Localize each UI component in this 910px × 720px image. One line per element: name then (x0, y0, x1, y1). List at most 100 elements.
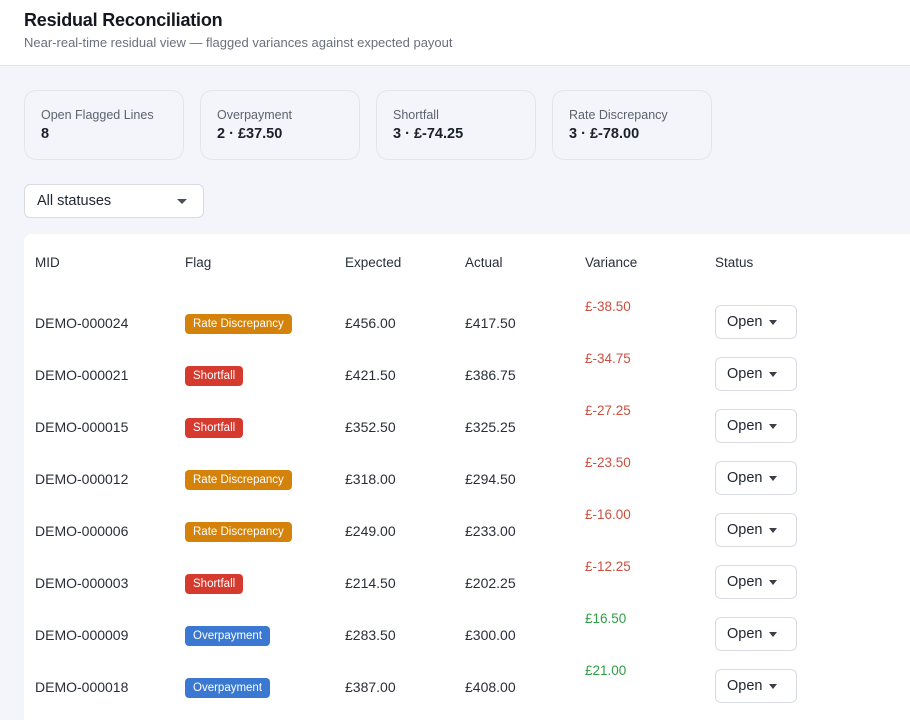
status-dropdown[interactable]: Open (715, 513, 797, 547)
status-value: Open (727, 314, 763, 330)
status-value: Open (727, 522, 763, 538)
status-cell: Open (715, 669, 797, 703)
actual-cell: £202.25 (465, 575, 516, 591)
mid-cell: DEMO-000006 (35, 523, 129, 539)
flag-badge: Overpayment (185, 626, 271, 646)
status-value: Open (727, 626, 763, 642)
expected-cell: £214.50 (345, 575, 396, 591)
status-dropdown[interactable]: Open (715, 461, 797, 495)
flag-cell: Rate Discrepancy (185, 522, 292, 542)
column-header-flag[interactable]: Flag (185, 255, 211, 270)
column-header-expected[interactable]: Expected (345, 255, 401, 270)
actual-cell: £233.00 (465, 523, 516, 539)
variance-cell: £-38.50 (585, 299, 631, 314)
flag-cell: Overpayment (185, 626, 271, 646)
stat-label: Rate Discrepancy (569, 108, 668, 122)
table-row: DEMO-000006 Rate Discrepancy £249.00 £23… (24, 500, 910, 552)
status-value: Open (727, 470, 763, 486)
stat-value: 8 (41, 126, 50, 142)
stat-value: 3 · £-74.25 (393, 126, 464, 142)
mid-cell: DEMO-000012 (35, 471, 129, 487)
stat-value: 2 · £37.50 (217, 126, 283, 142)
stat-label: Overpayment (217, 108, 293, 122)
variance-cell: £-27.25 (585, 403, 631, 418)
expected-cell: £249.00 (345, 523, 396, 539)
flag-cell: Shortfall (185, 366, 244, 386)
table-row: DEMO-000009 Overpayment £283.50 £300.00 … (24, 604, 910, 656)
reconciliation-table: MID Flag Expected Actual Variance Status… (24, 234, 910, 720)
flag-cell: Overpayment (185, 678, 271, 698)
expected-cell: £421.50 (345, 367, 396, 383)
mid-cell: DEMO-000009 (35, 627, 129, 643)
status-dropdown[interactable]: Open (715, 565, 797, 599)
chevron-down-icon (769, 527, 778, 533)
status-filter-select[interactable]: All statuses (24, 184, 204, 218)
stat-value: 3 · £-78.00 (569, 126, 640, 142)
table-row: DEMO-000018 Overpayment £387.00 £408.00 … (24, 656, 910, 708)
page-header: Residual Reconciliation Near-real-time r… (0, 0, 910, 66)
column-header-variance[interactable]: Variance (585, 255, 637, 270)
expected-cell: £283.50 (345, 627, 396, 643)
variance-cell: £16.50 (585, 611, 627, 626)
actual-cell: £325.25 (465, 419, 516, 435)
status-filter-value: All statuses (37, 193, 112, 209)
mid-cell: DEMO-000018 (35, 679, 129, 695)
mid-cell: DEMO-000021 (35, 367, 129, 383)
stat-label: Shortfall (393, 108, 439, 122)
table-row: DEMO-000021 Shortfall £421.50 £386.75 £-… (24, 344, 910, 396)
status-dropdown[interactable]: Open (715, 305, 797, 339)
expected-cell: £352.50 (345, 419, 396, 435)
table-row: DEMO-000003 Shortfall £214.50 £202.25 £-… (24, 552, 910, 604)
status-cell: Open (715, 565, 797, 599)
actual-cell: £294.50 (465, 471, 516, 487)
actual-cell: £408.00 (465, 679, 516, 695)
stat-label: Open Flagged Lines (41, 108, 154, 122)
column-header-actual[interactable]: Actual (465, 255, 503, 270)
variance-cell: £-16.00 (585, 507, 631, 522)
chevron-down-icon (769, 319, 778, 325)
variance-cell: £-23.50 (585, 455, 631, 470)
status-cell: Open (715, 409, 797, 443)
flag-badge: Rate Discrepancy (185, 522, 292, 542)
flag-badge: Shortfall (185, 574, 244, 594)
status-dropdown[interactable]: Open (715, 617, 797, 651)
column-header-mid[interactable]: MID (35, 255, 60, 270)
status-value: Open (727, 366, 763, 382)
variance-cell: £21.00 (585, 663, 627, 678)
variance-cell: £-12.25 (585, 559, 631, 574)
flag-cell: Rate Discrepancy (185, 314, 292, 334)
expected-cell: £387.00 (345, 679, 396, 695)
status-cell: Open (715, 305, 797, 339)
actual-cell: £417.50 (465, 315, 516, 331)
status-value: Open (727, 418, 763, 434)
stat-card-rate-discrepancy: Rate Discrepancy 3 · £-78.00 (552, 90, 712, 160)
status-cell: Open (715, 357, 797, 391)
status-dropdown[interactable]: Open (715, 409, 797, 443)
stat-card-open-flagged: Open Flagged Lines 8 (24, 90, 184, 160)
stat-card-shortfall: Shortfall 3 · £-74.25 (376, 90, 536, 160)
mid-cell: DEMO-000024 (35, 315, 129, 331)
chevron-down-icon (177, 198, 187, 204)
column-header-status[interactable]: Status (715, 255, 753, 270)
mid-cell: DEMO-000003 (35, 575, 129, 591)
flag-badge: Rate Discrepancy (185, 470, 292, 490)
flag-badge: Rate Discrepancy (185, 314, 292, 334)
chevron-down-icon (769, 475, 778, 481)
table-row: DEMO-000015 Shortfall £352.50 £325.25 £-… (24, 396, 910, 448)
stat-card-overpayment: Overpayment 2 · £37.50 (200, 90, 360, 160)
chevron-down-icon (769, 371, 778, 377)
chevron-down-icon (769, 683, 778, 689)
status-dropdown[interactable]: Open (715, 669, 797, 703)
summary-stats: Open Flagged Lines 8 Overpayment 2 · £37… (24, 90, 712, 160)
variance-cell: £-34.75 (585, 351, 631, 366)
chevron-down-icon (769, 423, 778, 429)
page-title: Residual Reconciliation (24, 10, 223, 30)
chevron-down-icon (769, 631, 778, 637)
expected-cell: £456.00 (345, 315, 396, 331)
status-dropdown[interactable]: Open (715, 357, 797, 391)
actual-cell: £386.75 (465, 367, 516, 383)
table-header: MID Flag Expected Actual Variance Status (24, 234, 910, 292)
status-cell: Open (715, 617, 797, 651)
flag-badge: Shortfall (185, 366, 244, 386)
table-row: DEMO-000012 Rate Discrepancy £318.00 £29… (24, 448, 910, 500)
